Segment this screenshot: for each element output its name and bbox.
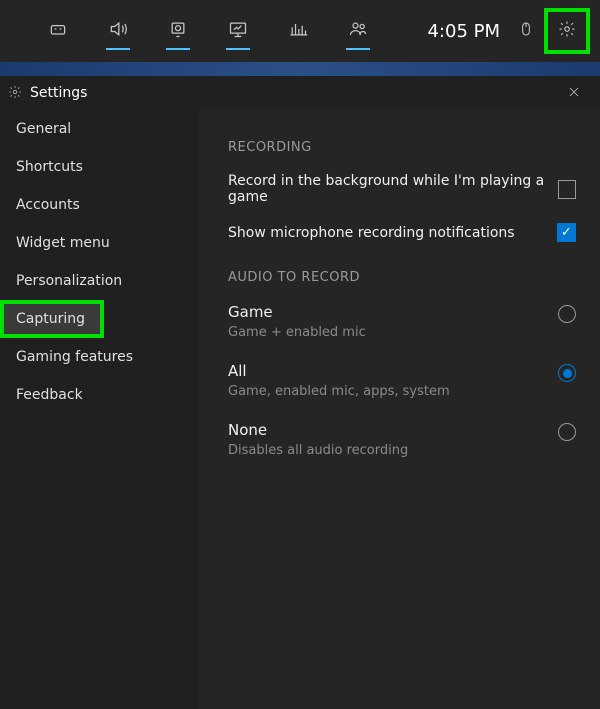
audio-option-game-radio[interactable] [558,305,576,323]
record-background-label: Record in the background while I'm playi… [228,173,558,205]
close-button[interactable] [568,83,588,103]
audio-option-none-radio[interactable] [558,423,576,441]
audio-option-all-radio[interactable] [558,364,576,382]
game-bar-toolbar: 4:05 PM [0,0,600,62]
gear-icon [8,84,30,103]
console-icon [48,19,68,43]
settings-content: RECORDING Record in the background while… [198,110,600,709]
record-background-checkbox[interactable] [558,180,576,199]
audio-radio-group: Game Game + enabled mic All Game, enable… [228,303,576,458]
audio-option-none-sub: Disables all audio recording [228,443,408,458]
mouse-icon [518,19,534,43]
panel-body: General Shortcuts Accounts Widget menu P… [0,110,600,709]
wallpaper-strip [0,62,600,76]
audio-option-game[interactable]: Game Game + enabled mic [228,303,576,340]
mic-notif-row: Show microphone recording notifications [228,223,576,242]
capture-icon [168,19,188,43]
social-icon [348,19,368,43]
panel-title: Settings [30,85,87,101]
audio-section-header: AUDIO TO RECORD [228,270,576,285]
record-background-row: Record in the background while I'm playi… [228,173,576,205]
monitor-icon [228,19,248,43]
audio-option-game-sub: Game + enabled mic [228,325,366,340]
sidebar-item-capturing[interactable]: Capturing [0,300,104,338]
audio-option-none-title: None [228,421,408,439]
audio-widget-button[interactable] [88,0,148,62]
recording-section-header: RECORDING [228,140,576,155]
performance-widget-button[interactable] [268,0,328,62]
gear-icon [558,20,576,42]
sidebar-item-accounts[interactable]: Accounts [0,186,198,224]
audio-option-game-title: Game [228,303,366,321]
performance-icon [288,19,308,43]
mouse-indicator[interactable] [508,19,544,43]
sidebar-item-gaming-features[interactable]: Gaming features [0,338,198,376]
settings-button[interactable] [544,8,590,54]
capture-widget-button[interactable] [148,0,208,62]
settings-panel: Settings General Shortcuts Accounts Widg… [0,76,600,709]
monitor-widget-button[interactable] [208,0,268,62]
mic-notif-label: Show microphone recording notifications [228,225,515,241]
social-widget-button[interactable] [328,0,388,62]
sidebar-item-general[interactable]: General [0,110,198,148]
sidebar-item-personalization[interactable]: Personalization [0,262,198,300]
panel-header: Settings [0,76,600,110]
toolbar-clock: 4:05 PM [427,21,500,42]
audio-option-all-title: All [228,362,450,380]
audio-option-all[interactable]: All Game, enabled mic, apps, system [228,362,576,399]
console-widget-button[interactable] [28,0,88,62]
audio-option-all-sub: Game, enabled mic, apps, system [228,384,450,399]
close-icon [567,84,589,103]
audio-option-none[interactable]: None Disables all audio recording [228,421,576,458]
mic-notif-checkbox[interactable] [557,223,576,242]
sidebar-item-widget-menu[interactable]: Widget menu [0,224,198,262]
audio-icon [108,19,128,43]
sidebar-item-feedback[interactable]: Feedback [0,376,198,414]
sidebar-item-shortcuts[interactable]: Shortcuts [0,148,198,186]
settings-sidebar: General Shortcuts Accounts Widget menu P… [0,110,198,709]
